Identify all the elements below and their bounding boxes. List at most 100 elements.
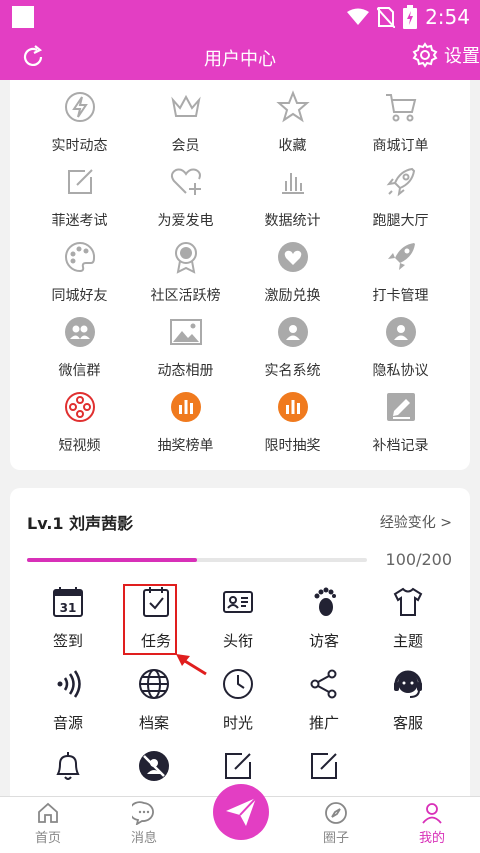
app-bar: 用户中心 设置 <box>0 34 480 80</box>
feature-label: 同城好友 <box>51 288 108 304</box>
publish-button[interactable] <box>213 784 269 840</box>
feature-item-stats[interactable]: 数据统计 <box>235 165 350 240</box>
nav-label: 消息 <box>130 831 157 846</box>
feature-item-ranking[interactable]: 社区活跃榜 <box>128 240 243 315</box>
user-icon <box>422 803 442 824</box>
tool-item-theme[interactable]: 主题 <box>362 586 454 666</box>
feature-label: 菲迷考试 <box>51 213 108 229</box>
tool-item-time[interactable]: 时光 <box>192 668 284 748</box>
feature-item-backup-log[interactable]: 补档记录 <box>343 390 458 465</box>
user-circle-icon <box>277 317 308 347</box>
calendar-icon: 31 <box>53 587 83 617</box>
feature-label: 动态相册 <box>157 363 214 379</box>
home-icon <box>38 802 58 823</box>
globe-icon <box>139 669 169 699</box>
edit-icon <box>67 169 93 194</box>
tool-item-signin[interactable]: 31 签到 <box>22 586 114 666</box>
edit-icon <box>311 753 337 779</box>
tool-label: 档案 <box>138 714 169 732</box>
feature-item-limited-lottery[interactable]: 限时抽奖 <box>235 390 350 465</box>
tool-label: 访客 <box>308 632 339 650</box>
feature-item-favorites[interactable]: 收藏 <box>235 90 350 165</box>
settings-button[interactable]: 设置 <box>412 42 480 68</box>
shirt-icon <box>393 587 423 616</box>
footprint-icon <box>314 587 336 616</box>
feature-item-checkin[interactable]: 打卡管理 <box>343 240 458 315</box>
tool-item-promote[interactable]: 推广 <box>278 668 370 748</box>
nav-label: 我的 <box>418 831 445 846</box>
tool-item-audio[interactable]: 音源 <box>22 668 114 748</box>
nav-label: 圈子 <box>322 831 349 846</box>
nav-home[interactable]: 首页 <box>0 801 96 846</box>
tool-label: 时光 <box>222 714 253 732</box>
feature-item-realtime[interactable]: 实时动态 <box>22 90 137 165</box>
tool-label: 客服 <box>392 714 423 732</box>
crown-icon <box>170 94 201 117</box>
feature-item-vip[interactable]: 会员 <box>128 90 243 165</box>
lightning-icon <box>64 92 95 122</box>
exp-change-link[interactable]: 经验变化 > <box>380 512 452 532</box>
feature-label: 打卡管理 <box>372 288 429 304</box>
medal-icon <box>174 242 197 274</box>
feature-label: 抽奖榜单 <box>157 438 214 454</box>
film-reel-icon <box>64 392 95 422</box>
user-circle-icon <box>385 317 416 347</box>
feature-label: 微信群 <box>58 363 101 379</box>
svg-text:31: 31 <box>60 601 77 615</box>
feature-label: 社区活跃榜 <box>150 288 221 304</box>
nav-messages[interactable]: 消息 <box>96 801 192 846</box>
user-level-title: Lv.1 刘声茜影 <box>27 514 134 533</box>
palette-icon <box>64 241 95 273</box>
tool-item-support[interactable]: 客服 <box>362 668 454 748</box>
feature-label: 实名系统 <box>264 363 321 379</box>
exp-progress-fill <box>27 558 197 562</box>
chart-circle-icon <box>277 392 308 422</box>
share-icon <box>310 669 337 699</box>
feature-item-realname[interactable]: 实名系统 <box>235 315 350 390</box>
sound-icon <box>57 670 81 698</box>
feature-item-album[interactable]: 动态相册 <box>128 315 243 390</box>
feature-item-errand[interactable]: 跑腿大厅 <box>343 165 458 240</box>
edit-icon <box>225 753 251 779</box>
feature-label: 跑腿大厅 <box>372 213 429 229</box>
heart-plus-icon <box>170 168 201 195</box>
feature-item-short-video[interactable]: 短视频 <box>22 390 137 465</box>
gear-icon <box>412 42 438 68</box>
headset-icon <box>394 670 422 698</box>
feature-item-friends[interactable]: 同城好友 <box>22 240 137 315</box>
heart-circle-icon <box>277 242 308 272</box>
feature-label: 商城订单 <box>372 138 429 154</box>
id-card-icon <box>223 591 253 613</box>
feature-item-wechat-group[interactable]: 微信群 <box>22 315 137 390</box>
notification-icon <box>12 6 34 28</box>
pencil-square-icon <box>386 393 415 421</box>
page-title: 用户中心 <box>204 49 276 70</box>
feature-item-privacy[interactable]: 隐私协议 <box>343 315 458 390</box>
bar-chart-icon <box>281 173 304 194</box>
group-icon <box>64 317 95 347</box>
feature-item-donate[interactable]: 为爱发电 <box>128 165 243 240</box>
nav-me[interactable]: 我的 <box>384 801 480 846</box>
battery-charging-icon <box>403 5 418 29</box>
feature-item-orders[interactable]: 商城订单 <box>343 90 458 165</box>
feature-item-redeem[interactable]: 激励兑换 <box>235 240 350 315</box>
feature-label: 会员 <box>171 138 200 154</box>
clock-icon <box>223 669 253 699</box>
wifi-icon <box>347 8 370 25</box>
feature-item-exam[interactable]: 菲迷考试 <box>22 165 137 240</box>
paper-plane-icon <box>226 797 257 826</box>
compass-icon <box>325 802 347 824</box>
tool-label: 音源 <box>52 714 83 732</box>
tool-item-visitors[interactable]: 访客 <box>278 586 370 666</box>
chart-circle-icon <box>170 392 201 422</box>
nav-label: 首页 <box>34 831 61 846</box>
nav-circle[interactable]: 圈子 <box>288 801 384 846</box>
star-icon <box>275 90 310 123</box>
tool-item-archive[interactable]: 档案 <box>108 668 200 748</box>
feature-label: 激励兑换 <box>264 288 321 304</box>
rocket-solid-icon <box>387 243 415 270</box>
feature-item-lottery-ranking[interactable]: 抽奖榜单 <box>128 390 243 465</box>
highlight-arrow-icon <box>176 654 207 676</box>
settings-label: 设置 <box>444 46 480 67</box>
tool-label: 头衔 <box>222 632 253 650</box>
